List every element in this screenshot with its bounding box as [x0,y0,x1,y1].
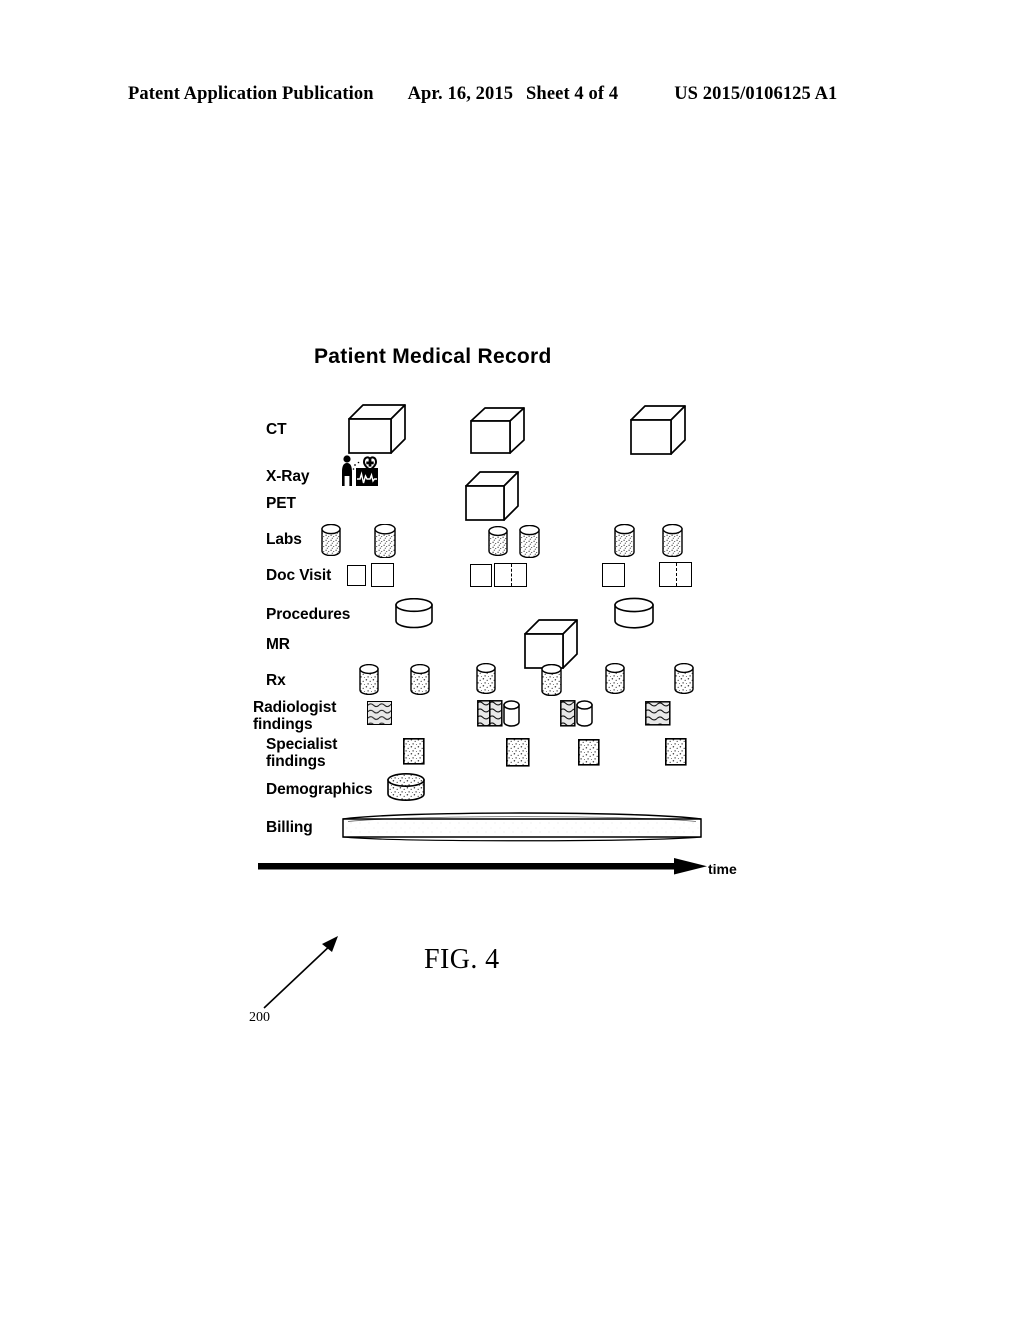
procedures-drum-1 [393,598,435,630]
labs-jar-6 [661,524,684,557]
demographics-drum [385,772,427,803]
doc-visit-card-6 [659,562,692,587]
doc-visit-card-5 [602,563,625,587]
labs-jar-2 [373,524,397,558]
reference-numeral: 200 [249,1010,270,1025]
row-label-radiologist-findings: Radiologist findings [253,699,337,734]
figure-title: Patient Medical Record [314,345,552,368]
pet-cube-1 [463,470,521,522]
specialist-finding-1 [403,738,425,770]
labs-jar-4 [518,525,541,558]
row-label-ct: CT [266,421,287,438]
row-label-pet: PET [266,495,296,512]
rx-bottle-1 [358,664,380,695]
reference-lead-arrow [258,930,350,1012]
row-label-procedures: Procedures [266,606,351,623]
patent-figure-4: Patient Medical Record CT X-Ray PET Labs… [0,0,1024,1320]
specialist-finding-3 [578,739,600,771]
row-label-demographics: Demographics [266,781,373,798]
doc-visit-card-3 [470,564,492,587]
labs-jar-1 [320,524,342,556]
figure-caption: FIG. 4 [424,944,500,975]
ct-cube-1 [345,403,407,455]
row-label-doc-visit: Doc Visit [266,567,332,584]
time-axis-arrow [258,855,710,881]
radiologist-finding-4 [645,701,671,731]
xray-patient-monitor-icon [340,452,382,490]
specialist-finding-4 [665,738,687,771]
labs-jar-5 [613,524,636,557]
rx-bottle-4 [540,664,563,696]
labs-jar-3 [487,526,509,556]
rx-bottle-6 [673,663,695,694]
procedures-drum-2 [612,597,656,631]
time-axis-label: time [708,861,737,877]
doc-visit-card-4 [494,563,527,587]
radiologist-finding-2 [477,700,524,732]
doc-visit-card-2 [371,563,394,587]
row-label-xray: X-Ray [266,468,310,485]
ct-cube-2 [468,406,526,456]
billing-slab [340,808,704,844]
row-label-mr: MR [266,636,290,653]
radiologist-finding-1 [367,701,392,725]
row-label-billing: Billing [266,819,313,836]
rx-bottle-5 [604,663,626,694]
rx-bottle-3 [475,663,497,694]
ct-cube-3 [628,404,688,456]
row-label-rx: Rx [266,672,286,689]
row-label-labs: Labs [266,531,302,548]
mr-cube-1 [522,618,580,670]
specialist-finding-2 [506,738,530,772]
doc-visit-card-1 [347,565,366,586]
row-label-specialist-findings: Specialist findings [266,736,338,771]
radiologist-finding-3 [560,700,597,732]
rx-bottle-2 [409,664,431,695]
